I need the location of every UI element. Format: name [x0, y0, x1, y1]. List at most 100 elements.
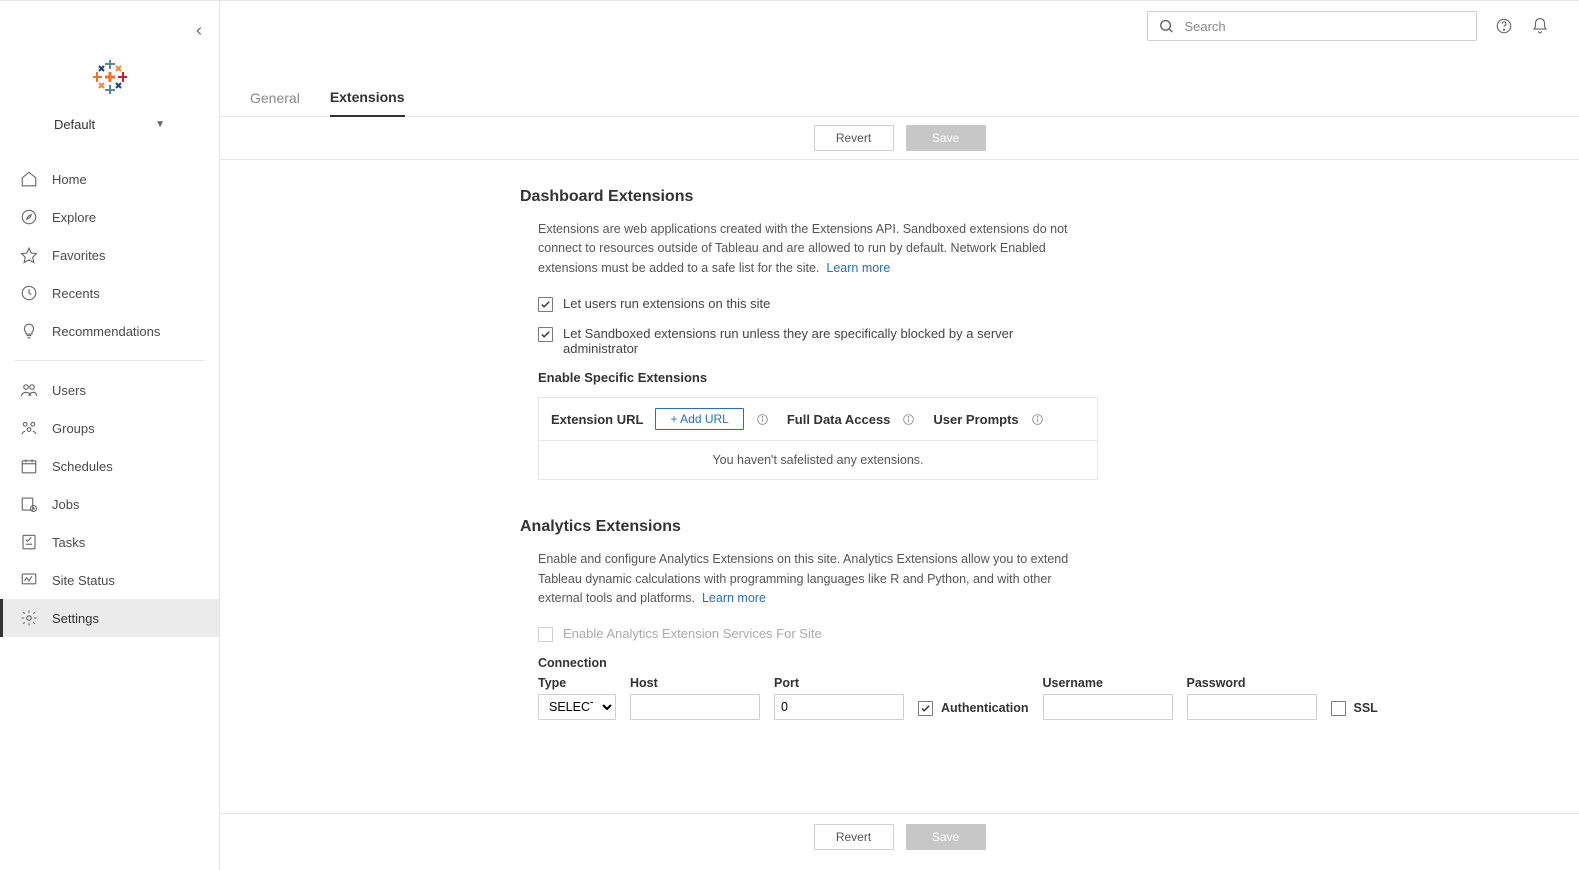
port-label: Port — [774, 676, 904, 690]
nav-label: Favorites — [52, 248, 105, 263]
content: Dashboard Extensions Extensions are web … — [220, 160, 1579, 813]
nav-users[interactable]: Users — [0, 371, 219, 409]
cb-label: Enable Analytics Extension Services For … — [563, 626, 822, 641]
nav-jobs[interactable]: Jobs — [0, 485, 219, 523]
site-selector[interactable]: Default ▼ — [0, 107, 219, 152]
home-icon — [20, 170, 38, 188]
host-label: Host — [630, 676, 760, 690]
pass-input[interactable] — [1187, 694, 1317, 720]
jobs-icon — [20, 495, 38, 513]
enable-specific-heading: Enable Specific Extensions — [520, 370, 1579, 385]
user-input[interactable] — [1043, 694, 1173, 720]
compass-icon — [20, 208, 38, 226]
nav-divider — [14, 360, 205, 361]
status-icon — [20, 571, 38, 589]
pass-label: Password — [1187, 676, 1317, 690]
checkbox-icon[interactable] — [918, 701, 933, 716]
save-button[interactable]: Save — [906, 125, 986, 151]
add-url-button[interactable]: + Add URL — [655, 408, 743, 430]
calendar-icon — [20, 457, 38, 475]
tab-extensions[interactable]: Extensions — [330, 89, 405, 117]
nav-label: Settings — [52, 611, 99, 626]
tab-general[interactable]: General — [250, 90, 300, 116]
dashboard-ext-desc: Extensions are web applications created … — [538, 220, 1080, 278]
nav-favorites[interactable]: Favorites — [0, 236, 219, 274]
ssl-label: SSL — [1354, 701, 1378, 715]
clock-icon — [20, 284, 38, 302]
dashboard-ext-learn-more-link[interactable]: Learn more — [826, 261, 890, 275]
app-logo — [0, 1, 219, 107]
action-bar-bottom: Revert Save — [220, 813, 1579, 870]
users-icon — [20, 381, 38, 399]
nav-label: Jobs — [52, 497, 79, 512]
nav-label: Explore — [52, 210, 96, 225]
tableau-logo-icon — [90, 57, 130, 97]
type-label: Type — [538, 676, 616, 690]
cb-enable-analytics[interactable]: Enable Analytics Extension Services For … — [538, 626, 1080, 642]
nav-label: Home — [52, 172, 87, 187]
ext-table-header: Extension URL + Add URL Full Data Access… — [539, 398, 1097, 441]
tabs: General Extensions — [220, 49, 1579, 117]
nav-recents[interactable]: Recents — [0, 274, 219, 312]
action-bar-top: Revert Save — [220, 117, 1579, 160]
bulb-icon — [20, 322, 38, 340]
nav-site-status[interactable]: Site Status — [0, 561, 219, 599]
connection-row: Type SELECT Host Port Aut — [520, 676, 1579, 720]
star-icon — [20, 246, 38, 264]
sidebar: Default ▼ Home Explore Favorites Recents — [0, 1, 220, 870]
checkbox-icon[interactable] — [538, 327, 553, 342]
help-icon[interactable] — [1495, 17, 1513, 35]
nav-label: Recommendations — [52, 324, 160, 339]
nav-groups[interactable]: Groups — [0, 409, 219, 447]
col-full-data-access: Full Data Access — [787, 412, 891, 427]
analytics-ext-title: Analytics Extensions — [520, 518, 1579, 536]
groups-icon — [20, 419, 38, 437]
gear-icon — [20, 609, 38, 627]
nav-label: Schedules — [52, 459, 113, 474]
info-icon[interactable] — [902, 413, 915, 426]
port-input[interactable] — [774, 694, 904, 720]
site-name: Default — [54, 117, 95, 132]
search-icon — [1158, 17, 1174, 35]
info-icon[interactable] — [1031, 413, 1044, 426]
tasks-icon — [20, 533, 38, 551]
ssl-checkbox-row[interactable]: SSL — [1331, 700, 1378, 720]
save-button-bottom[interactable]: Save — [906, 824, 986, 850]
nav-home[interactable]: Home — [0, 160, 219, 198]
nav-schedules[interactable]: Schedules — [0, 447, 219, 485]
caret-down-icon: ▼ — [155, 119, 165, 130]
analytics-ext-learn-more-link[interactable]: Learn more — [702, 591, 766, 605]
nav-tasks[interactable]: Tasks — [0, 523, 219, 561]
sidebar-collapse-button[interactable] — [189, 21, 209, 41]
dashboard-ext-title: Dashboard Extensions — [520, 188, 1579, 206]
search-input[interactable] — [1184, 19, 1466, 34]
checkbox-icon[interactable] — [538, 297, 553, 312]
nav-label: Users — [52, 383, 86, 398]
host-input[interactable] — [630, 694, 760, 720]
info-icon[interactable] — [756, 413, 769, 426]
bell-icon[interactable] — [1531, 17, 1549, 35]
user-label: Username — [1043, 676, 1173, 690]
extensions-table: Extension URL + Add URL Full Data Access… — [538, 397, 1098, 480]
topbar — [220, 1, 1579, 49]
col-user-prompts: User Prompts — [933, 412, 1018, 427]
nav-explore[interactable]: Explore — [0, 198, 219, 236]
type-select[interactable]: SELECT — [538, 694, 616, 720]
nav-label: Site Status — [52, 573, 115, 588]
col-extension-url: Extension URL — [551, 412, 643, 427]
connection-label: Connection — [538, 656, 1080, 670]
cb-let-users-run[interactable]: Let users run extensions on this site — [538, 296, 1080, 312]
auth-checkbox-row[interactable]: Authentication — [918, 700, 1029, 720]
nav-label: Recents — [52, 286, 100, 301]
nav-settings[interactable]: Settings — [0, 599, 219, 637]
main: General Extensions Revert Save Dashboard… — [220, 1, 1579, 870]
checkbox-icon[interactable] — [1331, 701, 1346, 716]
nav-recommendations[interactable]: Recommendations — [0, 312, 219, 350]
cb-sandboxed-run[interactable]: Let Sandboxed extensions run unless they… — [538, 326, 1080, 356]
revert-button-bottom[interactable]: Revert — [814, 824, 894, 850]
checkbox-icon[interactable] — [538, 627, 553, 642]
ext-table-empty: You haven't safelisted any extensions. — [539, 441, 1097, 479]
cb-label: Let Sandboxed extensions run unless they… — [563, 326, 1080, 356]
search-box[interactable] — [1147, 11, 1477, 41]
revert-button[interactable]: Revert — [814, 125, 894, 151]
